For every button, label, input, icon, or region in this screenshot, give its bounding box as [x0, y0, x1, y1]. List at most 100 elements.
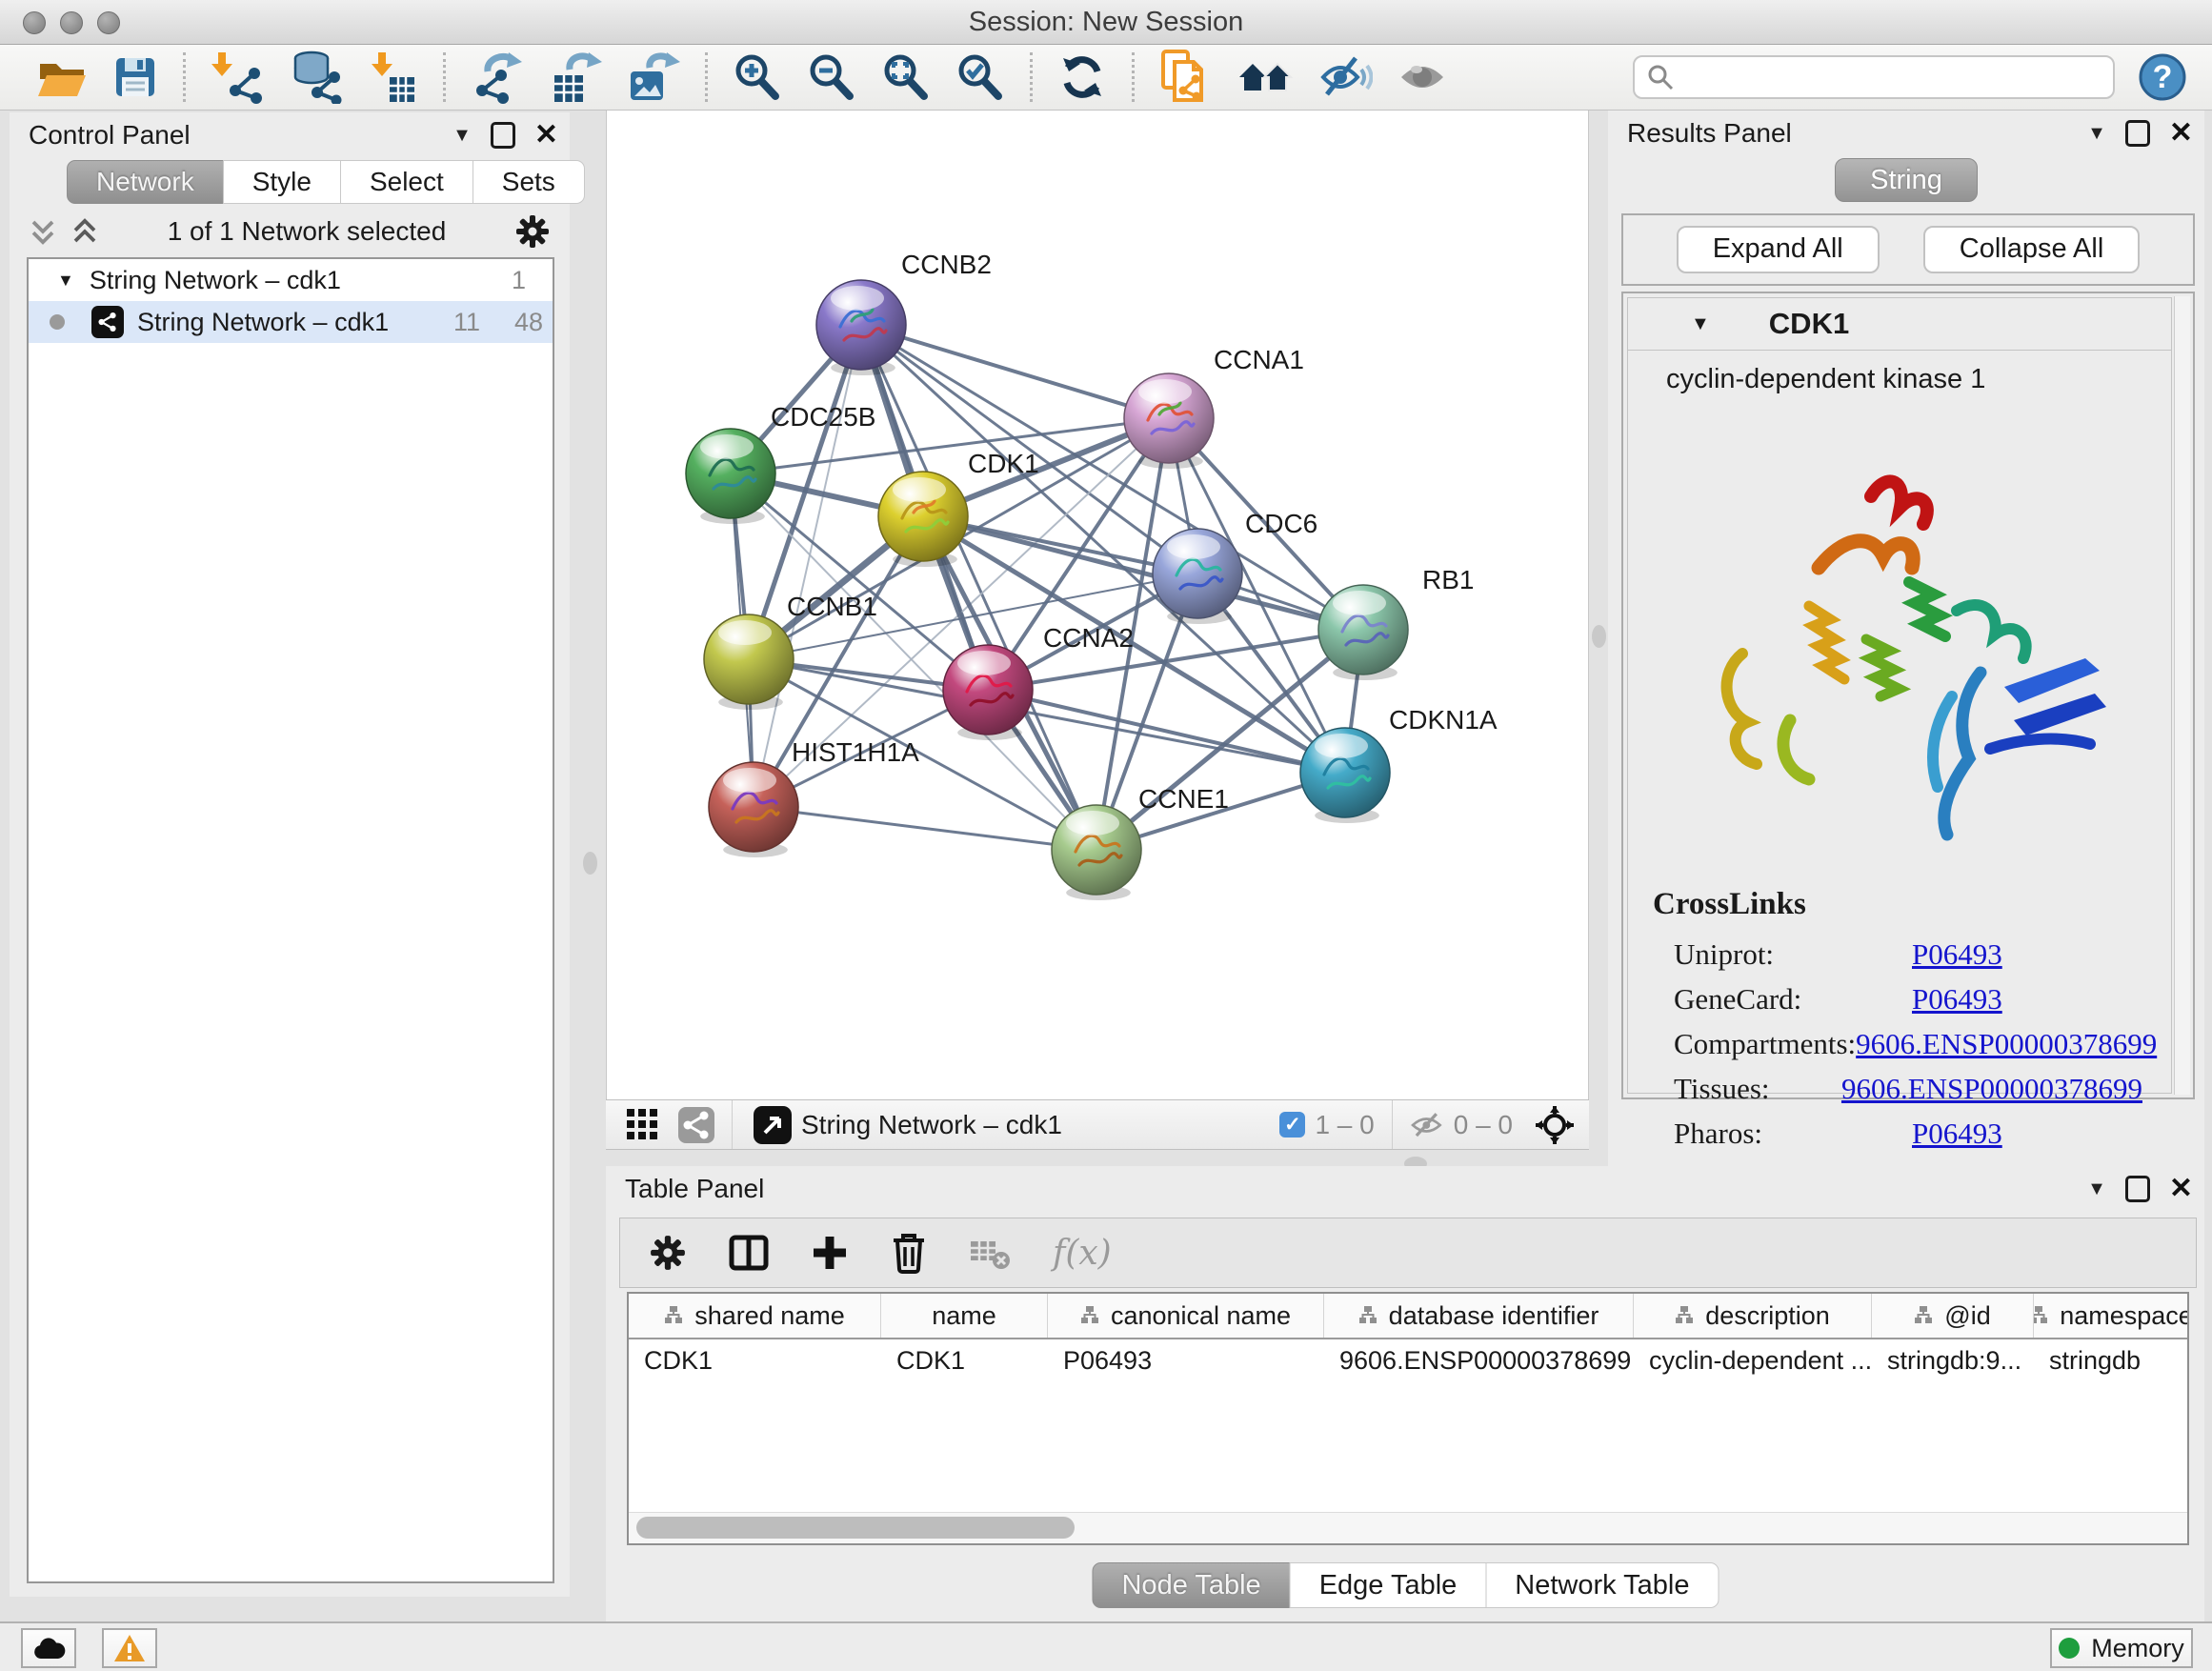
scrollbar-thumb[interactable] [636, 1517, 1075, 1539]
panel-float-icon[interactable] [2125, 120, 2150, 147]
save-session-button[interactable] [112, 54, 158, 100]
import-table-button[interactable] [369, 50, 418, 104]
search-box[interactable] [1633, 55, 2115, 99]
node-CDKN1A[interactable]: CDKN1A [1300, 705, 1498, 823]
zoom-selected-button[interactable] [955, 52, 1005, 102]
hide-graphics-button[interactable] [1319, 52, 1373, 102]
birds-eye-view-button[interactable] [1536, 1106, 1574, 1144]
expand-all-button[interactable]: Expand All [1677, 226, 1880, 273]
node-CDC25B[interactable]: CDC25B [686, 402, 875, 524]
panel-close-icon[interactable]: ✕ [534, 121, 558, 150]
show-columns-icon[interactable] [729, 1234, 769, 1272]
table-cell[interactable]: P06493 [1048, 1339, 1324, 1381]
column-header-shared-name[interactable]: shared name [629, 1294, 881, 1338]
tab-style[interactable]: Style [223, 160, 341, 204]
tab-network-table[interactable]: Network Table [1485, 1562, 1719, 1608]
node-CCNE1[interactable]: CCNE1 [1052, 784, 1229, 900]
cloud-status-button[interactable] [21, 1628, 76, 1668]
network-share-view-button[interactable] [678, 1107, 714, 1143]
node-CCNB1[interactable]: CCNB1 [704, 592, 877, 710]
gear-icon[interactable] [514, 213, 551, 250]
results-scrollbar[interactable] [2174, 296, 2190, 1095]
delete-trash-icon[interactable] [891, 1232, 927, 1274]
tab-select[interactable]: Select [340, 160, 473, 204]
help-button[interactable]: ? [2138, 52, 2187, 102]
network-collection-row[interactable]: ▼ String Network – cdk1 1 [29, 259, 553, 301]
edge-CCNB2-HIST1H1A[interactable] [754, 325, 861, 807]
vertical-splitter-handle[interactable] [583, 852, 597, 875]
network-graph[interactable]: CCNB2CCNA1CDC25BCDK1CDC6RB1CCNB1CCNA2CDK… [607, 111, 1588, 1097]
minimize-window-button[interactable] [60, 11, 83, 34]
maximize-window-button[interactable] [97, 11, 120, 34]
table-settings-gear-icon[interactable] [649, 1234, 687, 1272]
table-row[interactable]: CDK1CDK1P064939606.ENSP00000378699cyclin… [629, 1339, 2187, 1381]
network-row[interactable]: String Network – cdk1 11 48 [29, 301, 553, 343]
table-horizontal-scrollbar[interactable] [629, 1512, 2187, 1543]
crosslink-link[interactable]: P06493 [1912, 937, 2002, 972]
expand-all-icon[interactable] [70, 217, 99, 246]
open-session-button[interactable] [36, 54, 88, 100]
warnings-button[interactable] [102, 1628, 157, 1668]
node-RB1[interactable]: RB1 [1318, 565, 1474, 680]
column-header-canonical-name[interactable]: canonical name [1048, 1294, 1324, 1338]
column-header-namespace[interactable]: namespace [2034, 1294, 2189, 1338]
edge-HIST1H1A-CCNE1[interactable] [754, 807, 1096, 850]
export-image-button[interactable] [627, 50, 680, 104]
tab-edge-table[interactable]: Edge Table [1290, 1562, 1487, 1608]
panel-close-icon[interactable]: ✕ [2169, 119, 2193, 148]
hidden-eye-icon[interactable] [1410, 1111, 1444, 1139]
edge-CCNB2-CCNA1[interactable] [861, 325, 1169, 418]
import-network-button[interactable] [211, 50, 264, 104]
column-header-description[interactable]: description [1634, 1294, 1872, 1338]
zoom-out-button[interactable] [807, 52, 856, 102]
panel-collapse-icon[interactable]: ▼ [2087, 123, 2106, 145]
table-cell[interactable]: CDK1 [881, 1339, 1048, 1381]
memory-button[interactable]: Memory [2050, 1628, 2193, 1668]
column-header--id[interactable]: @id [1872, 1294, 2034, 1338]
crosslink-link[interactable]: P06493 [1912, 982, 2002, 1017]
tab-node-table[interactable]: Node Table [1092, 1562, 1290, 1608]
copy-network-button[interactable] [1159, 49, 1213, 106]
home-button[interactable] [1237, 54, 1295, 100]
zoom-fit-button[interactable] [881, 52, 931, 102]
export-network-button[interactable] [471, 50, 524, 104]
gene-section-header[interactable]: ▼ CDK1 [1627, 297, 2172, 351]
apply-layout-button[interactable] [1057, 52, 1107, 102]
import-network-from-database-button[interactable] [289, 50, 344, 104]
edge-CCNB2-CCNE1[interactable] [861, 325, 1096, 850]
panel-close-icon[interactable]: ✕ [2169, 1175, 2193, 1203]
collapse-all-button[interactable]: Collapse All [1923, 226, 2141, 273]
export-table-button[interactable] [549, 50, 602, 104]
table-cell[interactable]: stringdb:9... [1872, 1339, 2034, 1381]
panel-float-icon[interactable] [2125, 1176, 2150, 1202]
section-expand-icon[interactable]: ▼ [1691, 313, 1710, 335]
table-cell[interactable]: stringdb [2034, 1339, 2189, 1381]
delete-table-icon[interactable] [969, 1236, 1011, 1270]
column-header-database-identifier[interactable]: database identifier [1324, 1294, 1634, 1338]
node-HIST1H1A[interactable]: HIST1H1A [709, 737, 919, 857]
node-CCNA1[interactable]: CCNA1 [1124, 345, 1304, 469]
tab-network[interactable]: Network [67, 160, 224, 204]
table-cell[interactable]: 9606.ENSP00000378699 [1324, 1339, 1634, 1381]
crosslink-link[interactable]: P06493 [1912, 1117, 2002, 1151]
vertical-splitter-handle[interactable] [1592, 625, 1606, 648]
tab-sets[interactable]: Sets [473, 160, 585, 204]
table-cell[interactable]: cyclin-dependent ... [1634, 1339, 1872, 1381]
add-column-icon[interactable] [811, 1234, 849, 1272]
node-table[interactable]: shared namenamecanonical namedatabase id… [627, 1292, 2189, 1545]
column-header-name[interactable]: name [881, 1294, 1048, 1338]
show-graphics-button[interactable] [1398, 52, 1449, 102]
crosslink-link[interactable]: 9606.ENSP00000378699 [1841, 1072, 2142, 1106]
network-canvas[interactable]: CCNB2CCNA1CDC25BCDK1CDC6RB1CCNB1CCNA2CDK… [606, 111, 1589, 1099]
selected-nodes-checkbox[interactable]: ✓ [1279, 1112, 1305, 1137]
panel-collapse-icon[interactable]: ▼ [452, 125, 472, 147]
table-cell[interactable]: CDK1 [629, 1339, 881, 1381]
collapse-all-icon[interactable] [29, 217, 57, 246]
search-input[interactable] [1675, 62, 2113, 93]
panel-float-icon[interactable] [491, 122, 515, 149]
grid-view-button[interactable] [627, 1109, 659, 1141]
detach-view-button[interactable] [754, 1106, 792, 1144]
close-window-button[interactable] [23, 11, 46, 34]
panel-collapse-icon[interactable]: ▼ [2087, 1178, 2106, 1200]
zoom-in-button[interactable] [733, 52, 782, 102]
